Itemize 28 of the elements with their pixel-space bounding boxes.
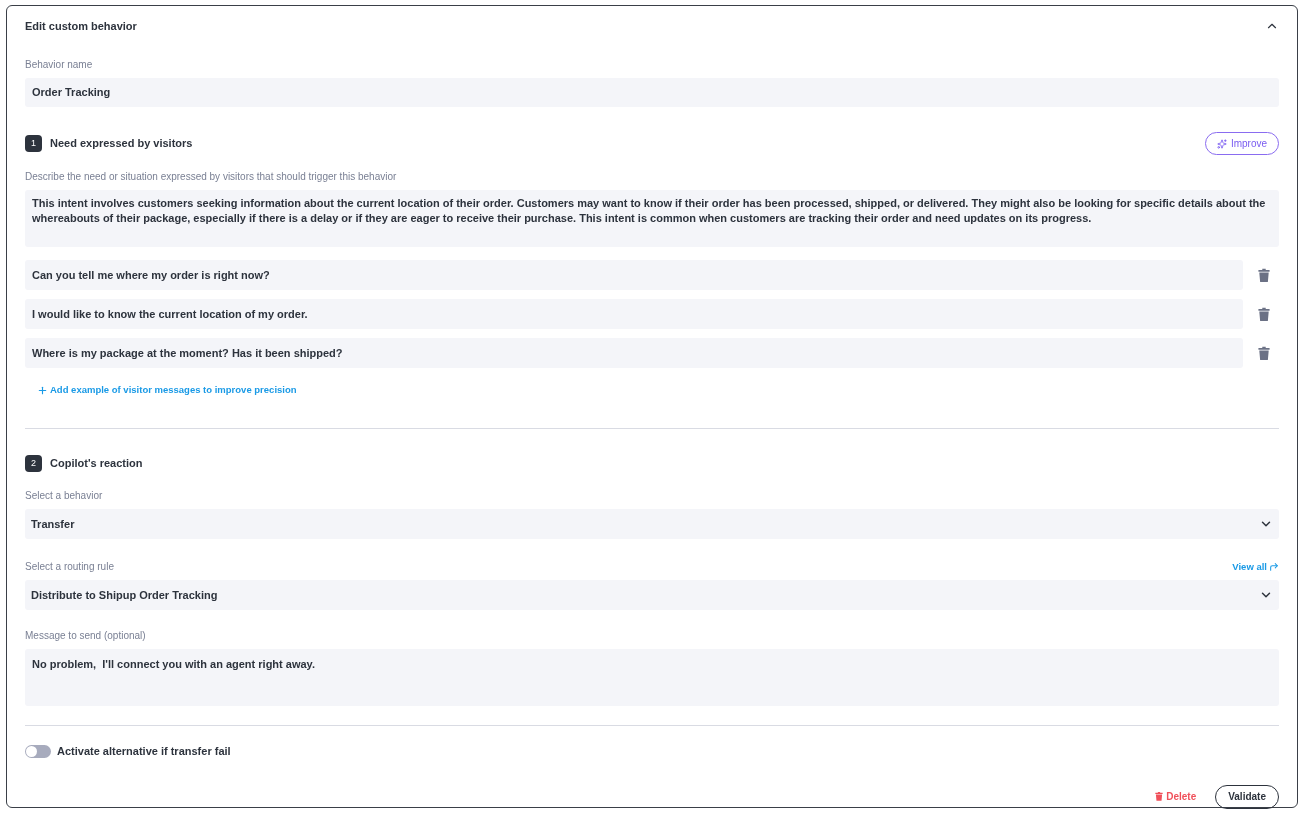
sparkle-icon [1216,138,1227,149]
plus-icon [37,385,48,396]
example-message-field[interactable]: Can you tell me where my order is right now? [25,260,1243,290]
message-field[interactable]: No problem, I'll connect you with an agent right away. [25,649,1279,706]
behavior-name-field[interactable]: Order Tracking [25,78,1279,107]
description-field[interactable]: This intent involves customers seeking information about the current location of their order. Customers may want to know if their order has been processed, shipped, or delivered. They might also be looking for specific details about the whereabouts of their package, especially if there is a delay or if they are eager to receive their purchase. This intent is common when customers are tracking their order and need updates on its progress. [25,190,1279,247]
field-label: Select a routing rule [25,560,114,574]
example-message-field[interactable]: Where is my package at the moment? Has it been shipped? [25,338,1243,368]
section-title: Need expressed by visitors [50,136,193,152]
delete-button[interactable]: Delete [1155,789,1197,804]
trash-icon[interactable] [1258,306,1270,322]
trash-icon[interactable] [1258,345,1270,361]
field-label: Describe the need or situation expressed by visitors that should trigger this behavior [25,170,398,184]
routing-select[interactable]: Distribute to Shipup Order Tracking [25,580,1279,610]
field-label: Select a behavior [25,489,104,503]
panel-title: Edit custom behavior [25,18,137,34]
arrow-icon [1269,561,1279,572]
field-label: Behavior name [25,58,94,72]
step-number: 1 [25,135,42,152]
behavior-select[interactable]: Transfer [25,509,1279,539]
trash-icon[interactable] [1155,792,1164,801]
example-message-field[interactable]: I would like to know the current location of my order. [25,299,1243,329]
field-label: Message to send (optional) [25,629,147,643]
trash-icon[interactable] [1258,267,1270,283]
toggle-label: Activate alternative if transfer fail [57,744,231,759]
step-number: 2 [25,455,42,472]
toggle-switch[interactable] [25,744,51,758]
section-title: Copilot's reaction [50,456,143,472]
